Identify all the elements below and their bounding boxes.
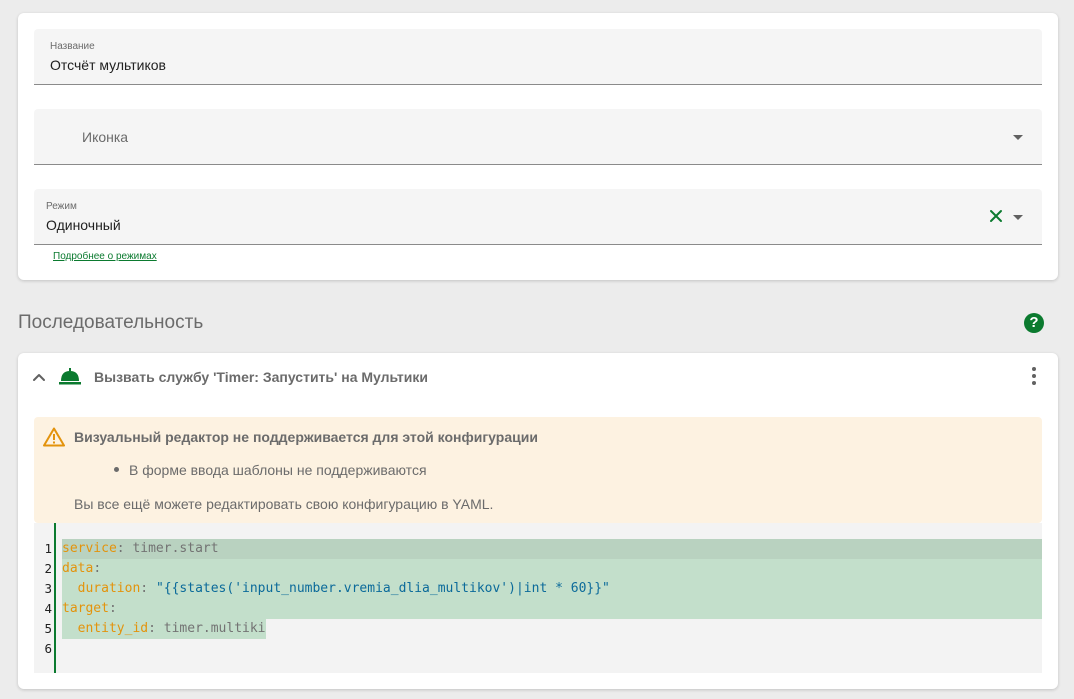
code-content: entity_id: timer.multiki: [62, 619, 266, 639]
mode-select-value: Одиночный: [46, 217, 121, 233]
line-number: 1: [44, 541, 52, 556]
code-content: duration: "{{states('input_number.vremia…: [62, 579, 1042, 599]
chevron-down-icon[interactable]: [1013, 215, 1023, 220]
modes-help-link[interactable]: Подробнее о режимах: [53, 251, 157, 262]
code-content: target:: [62, 599, 1042, 619]
code-line: 2 data:: [34, 559, 1042, 579]
mode-select[interactable]: Режим Одиночный: [34, 189, 1042, 245]
more-vertical-icon[interactable]: [1030, 367, 1038, 387]
icon-select-placeholder: Иконка: [82, 129, 129, 145]
warning-icon: [43, 427, 65, 447]
code-line: 3 duration: "{{states('input_number.vrem…: [34, 579, 1042, 599]
chevron-down-icon[interactable]: [1013, 135, 1023, 140]
chevron-up-icon[interactable]: [32, 370, 46, 384]
line-number: 4: [44, 601, 52, 616]
icon-select[interactable]: Иконка: [34, 109, 1042, 165]
settings-card: Название Отсчёт мультиков Иконка Режим О…: [18, 13, 1058, 280]
sequence-heading: Последовательность: [18, 312, 204, 333]
name-field-value[interactable]: Отсчёт мультиков: [50, 57, 166, 73]
code-content: data:: [62, 559, 1042, 579]
line-number: 5: [44, 621, 52, 636]
code-line: 4 target:: [34, 599, 1042, 619]
bullet-icon: [114, 466, 119, 472]
code-content: service: timer.start: [62, 539, 1042, 559]
code-line: 1 service: timer.start: [34, 539, 1042, 559]
action-card: Вызвать службу 'Timer: Запустить' на Мул…: [18, 353, 1058, 689]
name-field-label: Название: [50, 41, 95, 52]
warning-list-item: В форме ввода шаблоны не поддерживаются: [129, 462, 427, 478]
room-service-bell-icon: [59, 368, 81, 385]
clear-icon[interactable]: [988, 208, 1004, 224]
warning-footer: Вы все ещё можете редактировать свою кон…: [74, 496, 494, 512]
code-line: 6: [34, 639, 1042, 659]
action-title[interactable]: Вызвать службу 'Timer: Запустить' на Мул…: [94, 369, 428, 385]
line-number: 6: [44, 641, 52, 656]
name-field[interactable]: Название Отсчёт мультиков: [34, 29, 1042, 85]
warning-list: В форме ввода шаблоны не поддерживаются: [114, 462, 427, 478]
warning-title: Визуальный редактор не поддерживается дл…: [74, 429, 538, 445]
line-number: 3: [44, 581, 52, 596]
mode-select-label: Режим: [46, 201, 77, 212]
code-line: 5 entity_id: timer.multiki: [34, 619, 1042, 639]
yaml-editor[interactable]: 1 service: timer.start 2 data: 3 duratio…: [34, 523, 1042, 673]
line-number: 2: [44, 561, 52, 576]
warning-alert: Визуальный редактор не поддерживается дл…: [34, 417, 1042, 523]
help-icon[interactable]: ?: [1024, 313, 1044, 333]
